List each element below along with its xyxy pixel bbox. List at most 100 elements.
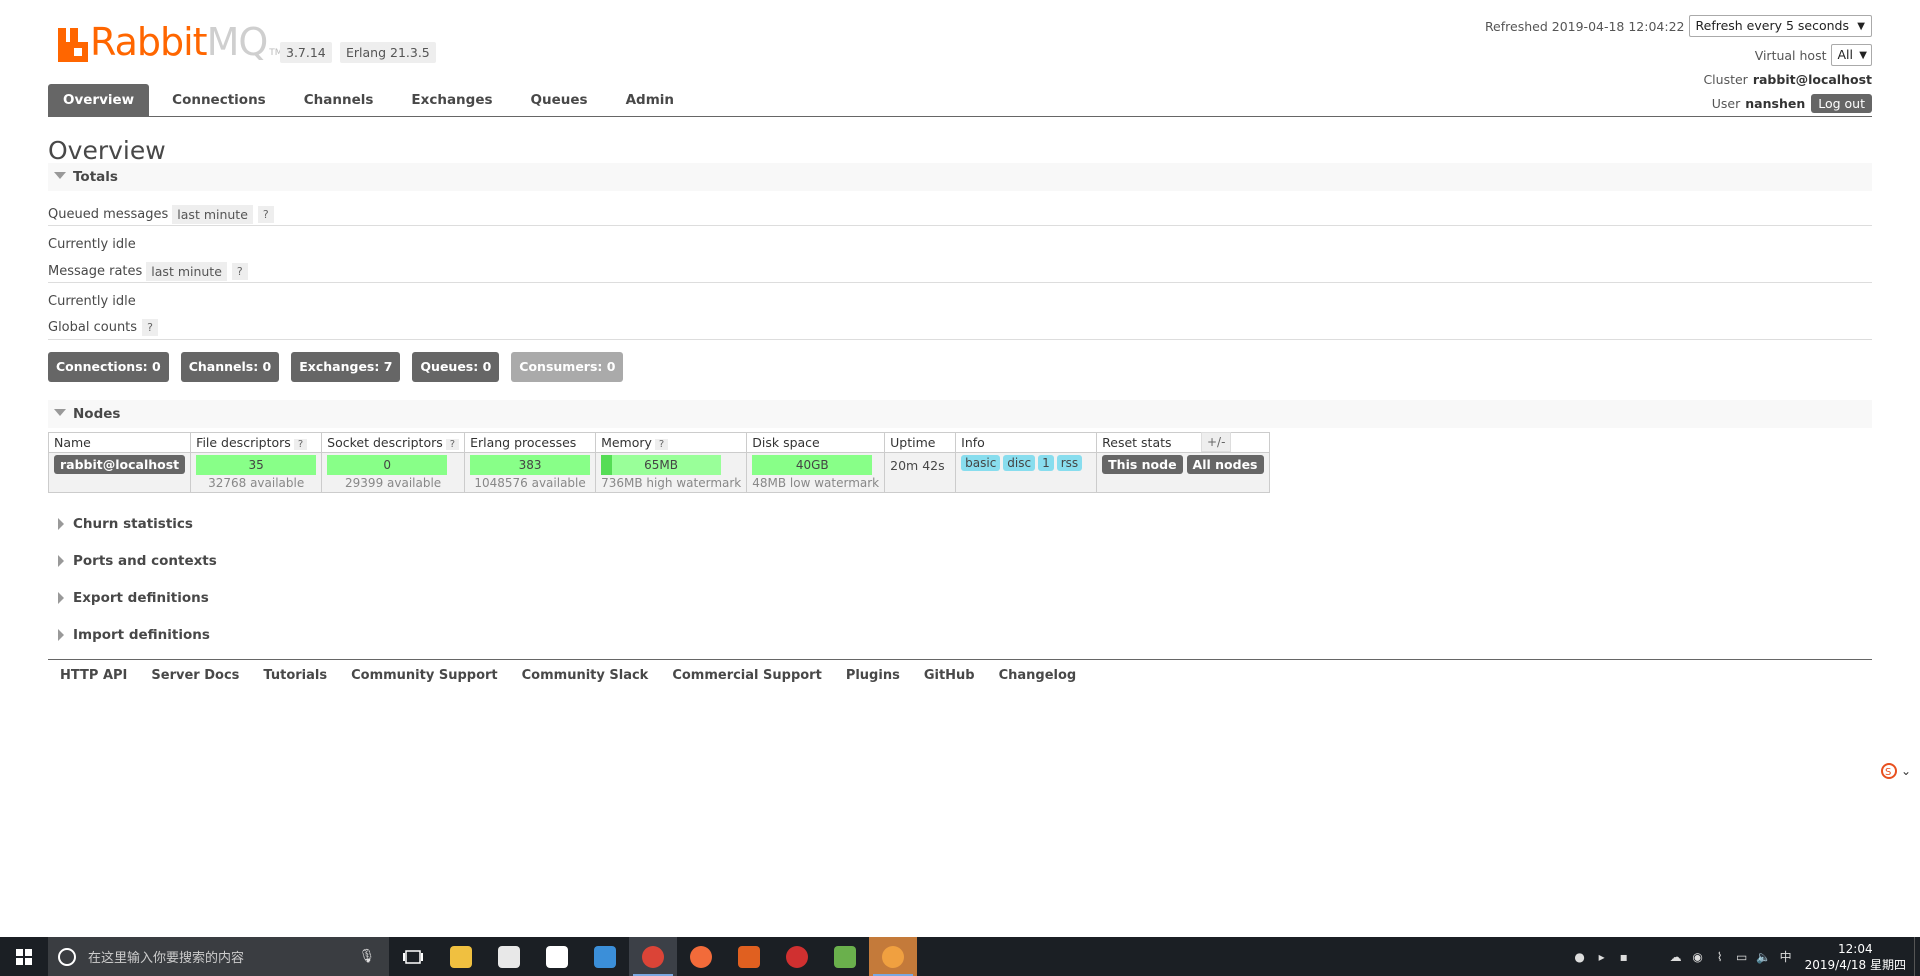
tool-green-icon [834,945,856,968]
column-header-disk-space[interactable]: Disk space [746,432,886,453]
ime-floating-toolbar[interactable]: S ⌄ [1876,760,1916,782]
task-view-icon [403,949,423,964]
microphone-icon[interactable]: 🎙 [358,949,375,964]
erlang-version-badge: Erlang 21.3.5 [340,42,436,63]
import-definitions-toggle[interactable]: Import definitions [48,621,1872,649]
windows-logo-icon [16,948,32,965]
footer-links: HTTP API Server Docs Tutorials Community… [48,659,1872,683]
queues-count-button[interactable]: Queues: 0 [412,352,500,382]
nodes-section-toggle[interactable]: Nodes [48,400,1872,428]
footer-link[interactable]: Plugins [846,668,900,683]
footer-link[interactable]: Changelog [999,668,1077,683]
tray-cloud-icon[interactable]: ☁ [1665,950,1687,964]
disk-watermark: 48MB low watermark [752,476,880,490]
column-header-erlang-processes[interactable]: Erlang processes [464,432,597,453]
erlang-processes-bar: 383 [470,455,591,475]
footer-link[interactable]: Tutorials [263,668,327,683]
taskbar-app[interactable] [821,937,869,976]
nodes-table: Name File descriptors? Socket descriptor… [47,432,1270,493]
tray-volume-icon[interactable]: 🔈 [1753,950,1775,964]
reset-all-nodes-button[interactable]: All nodes [1186,455,1264,474]
divider [48,282,1872,283]
section-title: Import definitions [73,627,210,643]
column-header-socket-descriptors[interactable]: Socket descriptors? [321,432,466,453]
toggle-columns-button[interactable]: +/- [1201,432,1232,452]
refresh-interval-select[interactable]: Refresh every 5 seconds ▼ [1688,15,1872,37]
footer-link[interactable]: Community Slack [522,668,649,683]
tray-wechat-icon[interactable]: ◉ [1687,950,1709,964]
ports-and-contexts-toggle[interactable]: Ports and contexts [48,547,1872,575]
help-button[interactable]: ? [257,206,274,223]
tab-admin[interactable]: Admin [611,84,689,117]
churn-statistics-toggle[interactable]: Churn statistics [48,510,1872,538]
svg-text:S: S [1885,767,1891,778]
export-definitions-toggle[interactable]: Export definitions [48,584,1872,612]
tab-queues[interactable]: Queues [516,84,603,117]
footer-link[interactable]: Commercial Support [672,668,822,683]
taskbar-app[interactable] [773,937,821,976]
column-header-name[interactable]: Name [47,432,192,453]
virtual-host-select[interactable]: All ▼ [1830,44,1872,66]
node-link[interactable]: rabbit@localhost [54,455,186,474]
tab-connections[interactable]: Connections [157,84,281,117]
tab-overview[interactable]: Overview [48,84,150,117]
rabbitmq-logo[interactable]: RabbitMQ TM [58,22,283,62]
channels-count-button[interactable]: Channels: 0 [180,352,280,382]
column-header-memory[interactable]: Memory? [595,432,748,453]
triangle-right-icon [58,555,64,567]
tray-monitor-icon[interactable]: ▭ [1731,950,1753,964]
tray-network-icon[interactable]: ▪ [1613,950,1635,964]
totals-section-toggle[interactable]: Totals [48,163,1872,191]
help-button[interactable]: ? [654,439,669,450]
memory-watermark: 736MB high watermark [601,476,742,490]
help-button[interactable]: ? [445,439,460,450]
task-view-button[interactable] [389,937,437,976]
help-button[interactable]: ? [293,439,308,450]
tray-ime-icon[interactable]: 中 [1775,948,1797,965]
column-header-info[interactable]: Info [955,432,1098,453]
queued-period-select[interactable]: last minute [172,205,253,224]
start-button[interactable] [0,937,48,976]
column-header-file-descriptors[interactable]: File descriptors? [190,432,323,453]
idle-status: Currently idle [48,294,136,309]
taskbar-app[interactable] [677,937,725,976]
taskbar-app[interactable] [437,937,485,976]
virtual-host-label: Virtual host [1754,47,1827,63]
system-clock[interactable]: 12:04 2019/4/18 星期四 [1797,941,1914,973]
global-counts-label: Global counts [48,320,138,335]
tab-channels[interactable]: Channels [289,84,389,117]
footer-link[interactable]: Community Support [351,668,498,683]
taskbar-app[interactable] [725,937,773,976]
tab-exchanges[interactable]: Exchanges [396,84,507,117]
consumers-count-button[interactable]: Consumers: 0 [511,352,624,382]
socket-descriptors-bar: 0 [327,455,448,475]
taskbar-app-chrome[interactable] [629,937,677,976]
disk-space-bar: 40GB [752,455,873,475]
taskbar-app[interactable] [869,937,917,976]
taskbar-search[interactable]: 在这里输入你要搜索的内容 🎙 [48,937,389,976]
column-header-uptime[interactable]: Uptime [884,432,957,453]
footer-link[interactable]: HTTP API [60,668,127,683]
help-button[interactable]: ? [231,263,248,280]
connections-count-button[interactable]: Connections: 0 [48,352,169,382]
rates-period-select[interactable]: last minute [146,262,227,281]
footer-link[interactable]: GitHub [924,668,975,683]
tray-wifi-icon[interactable]: ⌇ [1709,950,1731,964]
tray-app-icon[interactable]: ▸ [1591,950,1613,964]
taskbar-app[interactable] [485,937,533,976]
info-tag: disc [1003,455,1036,471]
chevron-down-icon: ⌄ [1900,764,1912,778]
table-row: rabbit@localhost 35 32768 available 0 29… [47,452,1270,493]
clock-time: 12:04 [1838,941,1873,956]
reset-this-node-button[interactable]: This node [1102,455,1183,474]
taskbar-app[interactable] [533,937,581,976]
section-title: Churn statistics [73,516,193,532]
store-icon [498,945,520,968]
footer-link[interactable]: Server Docs [151,668,239,683]
taskbar-app[interactable] [581,937,629,976]
exchanges-count-button[interactable]: Exchanges: 7 [291,352,401,382]
tray-weibo-icon[interactable]: ● [1569,950,1591,964]
help-button[interactable]: ? [142,319,158,336]
show-desktop-button[interactable] [1914,937,1920,976]
message-rates-label: Message rates [48,264,143,279]
